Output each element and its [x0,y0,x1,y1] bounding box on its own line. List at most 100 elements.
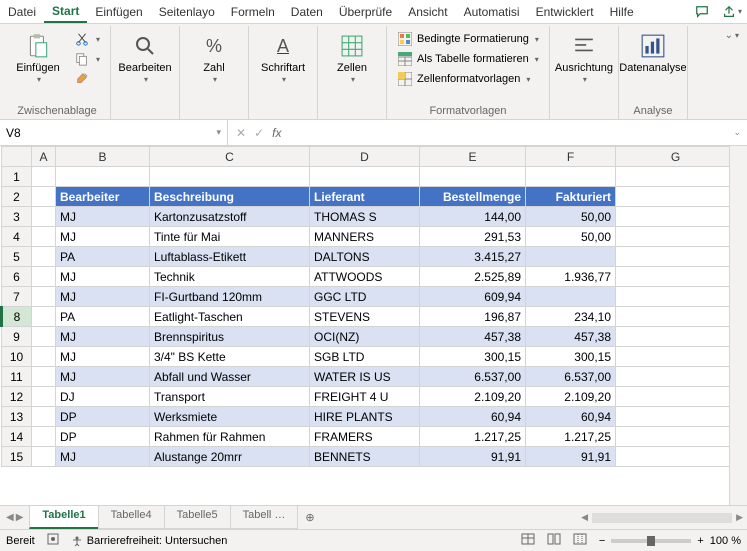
zoom-in-button[interactable]: + [697,535,703,547]
cell[interactable] [32,347,56,367]
cell[interactable] [616,287,730,307]
cell[interactable] [32,227,56,247]
cell[interactable] [32,187,56,207]
cell-styles-button[interactable]: Zellenformatvorlagen [393,70,543,88]
cell[interactable] [32,167,56,187]
view-page-layout-icon[interactable] [547,533,561,548]
ribbon-options-button[interactable]: ⌄ [725,30,739,41]
cell[interactable] [32,207,56,227]
row-header[interactable]: 14 [2,427,32,447]
row-header[interactable]: 13 [2,407,32,427]
accessibility-status[interactable]: Barrierefreiheit: Untersuchen [71,535,228,547]
cell[interactable]: 234,10 [526,307,616,327]
row-header[interactable]: 3 [2,207,32,227]
cell[interactable] [32,247,56,267]
cell[interactable]: 144,00 [420,207,526,227]
cell[interactable]: Eatlight-Taschen [150,307,310,327]
cell[interactable] [616,227,730,247]
cell[interactable]: Transport [150,387,310,407]
cell[interactable]: Kartonzusatzstoff [150,207,310,227]
cell[interactable] [32,387,56,407]
cell[interactable]: HIRE PLANTS [310,407,420,427]
cell[interactable]: STEVENS [310,307,420,327]
sheet-nav-next[interactable]: ▶ [16,512,24,523]
cell[interactable]: DP [56,407,150,427]
font-button[interactable]: A Schriftart [255,30,311,86]
cells-button[interactable]: Zellen [324,30,380,86]
cell[interactable]: 457,38 [526,327,616,347]
cell[interactable]: 60,94 [526,407,616,427]
cell[interactable] [616,327,730,347]
cell[interactable] [32,287,56,307]
cell[interactable] [616,267,730,287]
formula-input[interactable] [289,126,727,140]
row-header[interactable]: 10 [2,347,32,367]
cell[interactable]: MANNERS [310,227,420,247]
menu-tab-daten[interactable]: Daten [283,0,331,23]
cell[interactable]: Alustange 20mrr [150,447,310,467]
cell[interactable]: PA [56,247,150,267]
row-header[interactable]: 2 [2,187,32,207]
cell[interactable]: 1.217,25 [526,427,616,447]
cell[interactable]: DJ [56,387,150,407]
cell[interactable]: MJ [56,327,150,347]
cell[interactable]: MJ [56,207,150,227]
cell[interactable]: Rahmen für Rahmen [150,427,310,447]
column-header[interactable]: G [616,147,730,167]
menu-tab-formeln[interactable]: Formeln [223,0,283,23]
cell[interactable] [32,367,56,387]
cell[interactable]: Beschreibung [150,187,310,207]
cell[interactable]: Bearbeiter [56,187,150,207]
cell[interactable]: 91,91 [526,447,616,467]
column-header[interactable]: C [150,147,310,167]
menu-tab-automatisi[interactable]: Automatisi [456,0,528,23]
cell[interactable]: 609,94 [420,287,526,307]
cell[interactable] [616,207,730,227]
column-header[interactable]: A [32,147,56,167]
cell[interactable] [420,167,526,187]
cell[interactable]: OCI(NZ) [310,327,420,347]
row-header[interactable]: 1 [2,167,32,187]
cell[interactable]: Fakturiert [526,187,616,207]
row-header[interactable]: 15 [2,447,32,467]
cell[interactable]: Bestellmenge [420,187,526,207]
cell[interactable] [32,327,56,347]
cell[interactable] [32,267,56,287]
cell[interactable] [616,247,730,267]
formula-expand-button[interactable]: ⌄ [727,127,747,138]
view-normal-icon[interactable] [521,533,535,548]
row-header[interactable]: 9 [2,327,32,347]
cell[interactable] [150,167,310,187]
cell[interactable]: FI-Gurtband 120mm [150,287,310,307]
cell[interactable] [32,427,56,447]
select-all-corner[interactable] [2,147,32,167]
sheet-tab[interactable]: Tabelle4 [98,506,165,529]
cell[interactable]: 1.217,25 [420,427,526,447]
column-header[interactable]: F [526,147,616,167]
cell[interactable]: MJ [56,287,150,307]
cell[interactable]: 91,91 [420,447,526,467]
spreadsheet-grid[interactable]: ABCDEFG12BearbeiterBeschreibungLieferant… [0,146,729,505]
cell[interactable] [616,187,730,207]
share-button[interactable] [717,0,747,23]
row-header[interactable]: 7 [2,287,32,307]
cell[interactable]: FRAMERS [310,427,420,447]
zoom-slider[interactable] [611,539,691,543]
cell[interactable]: SGB LTD [310,347,420,367]
alignment-button[interactable]: Ausrichtung [556,30,612,86]
cell[interactable] [526,287,616,307]
cell[interactable] [616,447,730,467]
cell[interactable]: MJ [56,347,150,367]
zoom-level[interactable]: 100 % [710,535,741,547]
cell[interactable]: MJ [56,227,150,247]
data-analysis-button[interactable]: Datenanalyse [625,30,681,77]
sheet-tab[interactable]: Tabelle1 [29,506,98,529]
vertical-scrollbar[interactable] [729,146,747,505]
cell[interactable]: 50,00 [526,207,616,227]
menu-tab-datei[interactable]: Datei [0,0,44,23]
cell[interactable]: 2.109,20 [526,387,616,407]
cell[interactable]: 50,00 [526,227,616,247]
cell[interactable] [32,447,56,467]
menu-tab-entwicklert[interactable]: Entwicklert [528,0,602,23]
zoom-out-button[interactable]: − [599,535,605,547]
